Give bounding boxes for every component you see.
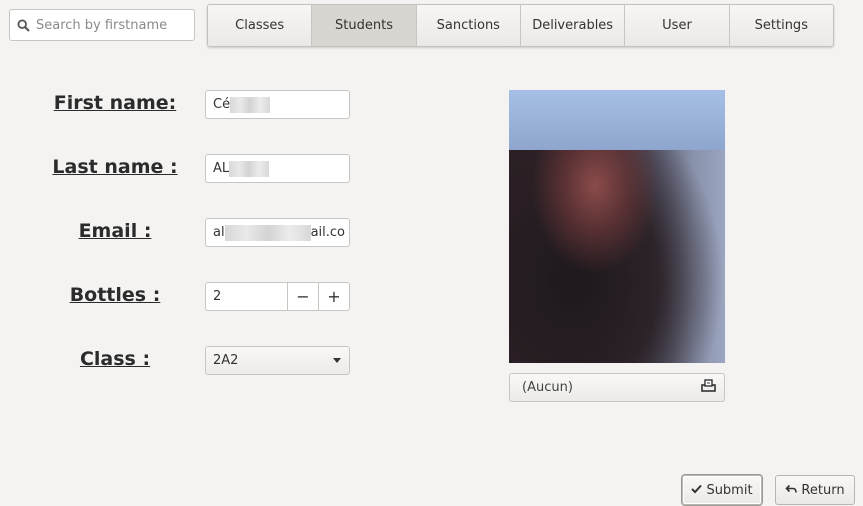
tab-students[interactable]: Students	[312, 5, 417, 46]
search-input[interactable]	[36, 17, 186, 33]
email-field[interactable]: al ail.co	[205, 218, 350, 247]
main-tabs: Classes Students Sanctions Deliverables …	[207, 4, 834, 47]
submit-button[interactable]: Submit	[682, 475, 762, 505]
file-input-label: (Aucun)	[522, 380, 573, 395]
last-name-field[interactable]: AL	[205, 154, 350, 183]
email-label: Email :	[78, 220, 152, 242]
class-value: 2A2	[213, 353, 239, 368]
email-value-start: al	[213, 225, 225, 240]
last-name-value: AL	[213, 161, 230, 176]
redacted-text	[229, 160, 270, 177]
check-icon	[691, 483, 703, 498]
email-value-end: ail.co	[310, 225, 346, 240]
chevron-down-icon	[333, 358, 341, 363]
upload-icon	[701, 379, 716, 396]
photo-file-input[interactable]: (Aucun)	[509, 373, 725, 402]
bottles-value[interactable]: 2	[206, 289, 287, 304]
bottles-stepper[interactable]: 2 − +	[205, 282, 350, 311]
search-icon	[10, 18, 36, 32]
class-select[interactable]: 2A2	[205, 346, 350, 375]
student-edit-page: Classes Students Sanctions Deliverables …	[0, 0, 863, 506]
tab-settings[interactable]: Settings	[729, 5, 833, 46]
first-name-value: Cé	[213, 97, 231, 112]
submit-label: Submit	[706, 482, 753, 498]
tab-sanctions[interactable]: Sanctions	[416, 5, 521, 46]
return-button[interactable]: Return	[775, 475, 855, 505]
redacted-text	[230, 96, 271, 113]
first-name-label: First name:	[53, 92, 177, 114]
bottles-label: Bottles :	[69, 284, 161, 306]
decrement-button[interactable]: −	[287, 283, 318, 310]
increment-button[interactable]: +	[318, 283, 349, 310]
return-label: Return	[801, 482, 845, 498]
reply-arrow-icon	[785, 483, 798, 498]
class-label: Class :	[79, 348, 151, 370]
redacted-text	[224, 224, 311, 241]
search-box[interactable]	[9, 9, 195, 41]
last-name-label: Last name :	[52, 156, 178, 178]
tab-classes[interactable]: Classes	[208, 5, 313, 46]
student-photo	[509, 90, 725, 363]
tab-user[interactable]: User	[625, 5, 730, 46]
first-name-field[interactable]: Cé	[205, 90, 350, 119]
tab-deliverables[interactable]: Deliverables	[520, 5, 626, 46]
